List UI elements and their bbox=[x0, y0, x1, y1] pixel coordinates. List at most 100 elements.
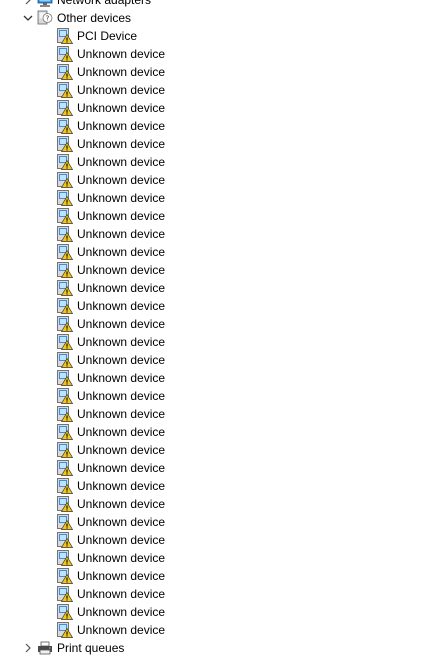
device-warning-icon bbox=[57, 82, 73, 98]
tree-node-label: Unknown device bbox=[77, 65, 166, 79]
tree-node-unknown-device[interactable]: Unknown device bbox=[0, 207, 433, 225]
tree-node-label: Unknown device bbox=[77, 137, 166, 151]
device-warning-icon bbox=[57, 532, 73, 548]
device-warning-icon bbox=[57, 604, 73, 620]
tree-node-unknown-device[interactable]: Unknown device bbox=[0, 477, 433, 495]
tree-node-pci-device[interactable]: PCI Device bbox=[0, 27, 433, 45]
device-warning-icon bbox=[57, 514, 73, 530]
tree-node-label: Unknown device bbox=[77, 155, 166, 169]
device-warning-icon bbox=[57, 172, 73, 188]
tree-node-label: Unknown device bbox=[77, 47, 166, 61]
tree-node-unknown-device[interactable]: Unknown device bbox=[0, 243, 433, 261]
tree-node-label: Unknown device bbox=[77, 461, 166, 475]
tree-node-label: Unknown device bbox=[77, 227, 166, 241]
tree-node-unknown-device[interactable]: Unknown device bbox=[0, 423, 433, 441]
device-warning-icon bbox=[57, 100, 73, 116]
device-warning-icon bbox=[57, 406, 73, 422]
tree-node-label: Unknown device bbox=[77, 371, 166, 385]
tree-node-unknown-device[interactable]: Unknown device bbox=[0, 99, 433, 117]
tree-node-label: Unknown device bbox=[77, 497, 166, 511]
device-warning-icon bbox=[57, 424, 73, 440]
device-warning-icon bbox=[57, 496, 73, 512]
tree-node-unknown-device[interactable]: Unknown device bbox=[0, 171, 433, 189]
tree-node-label: Unknown device bbox=[77, 587, 166, 601]
tree-node-label: Unknown device bbox=[77, 299, 166, 313]
device-warning-icon bbox=[57, 334, 73, 350]
chevron-right-icon[interactable] bbox=[20, 0, 36, 9]
tree-node-label: Unknown device bbox=[77, 281, 166, 295]
tree-node-label: Unknown device bbox=[77, 209, 166, 223]
tree-node-unknown-device[interactable]: Unknown device bbox=[0, 225, 433, 243]
tree-node-unknown-device[interactable]: Unknown device bbox=[0, 351, 433, 369]
tree-node-unknown-device[interactable]: Unknown device bbox=[0, 279, 433, 297]
device-warning-icon bbox=[57, 262, 73, 278]
device-warning-icon bbox=[57, 154, 73, 170]
tree-node-label: PCI Device bbox=[77, 29, 138, 43]
device-warning-icon bbox=[57, 226, 73, 242]
device-warning-icon bbox=[57, 622, 73, 638]
tree-node-unknown-device[interactable]: Unknown device bbox=[0, 81, 433, 99]
tree-node-network-adapters[interactable]: Network adapters bbox=[0, 0, 433, 9]
tree-node-unknown-device[interactable]: Unknown device bbox=[0, 315, 433, 333]
chevron-down-icon[interactable] bbox=[20, 9, 36, 27]
tree-node-unknown-device[interactable]: Unknown device bbox=[0, 513, 433, 531]
tree-node-label: Other devices bbox=[57, 11, 132, 25]
device-warning-icon bbox=[57, 190, 73, 206]
tree-node-unknown-device[interactable]: Unknown device bbox=[0, 333, 433, 351]
device-warning-icon bbox=[57, 550, 73, 566]
tree-node-unknown-device[interactable]: Unknown device bbox=[0, 387, 433, 405]
tree-node-label: Unknown device bbox=[77, 533, 166, 547]
chevron-right-icon[interactable] bbox=[20, 639, 36, 657]
tree-node-label: Unknown device bbox=[77, 407, 166, 421]
device-warning-icon bbox=[57, 460, 73, 476]
tree-node-unknown-device[interactable]: Unknown device bbox=[0, 189, 433, 207]
tree-node-unknown-device[interactable]: Unknown device bbox=[0, 135, 433, 153]
tree-node-unknown-device[interactable]: Unknown device bbox=[0, 297, 433, 315]
tree-node-unknown-device[interactable]: Unknown device bbox=[0, 621, 433, 639]
tree-node-unknown-device[interactable]: Unknown device bbox=[0, 459, 433, 477]
device-warning-icon bbox=[57, 244, 73, 260]
tree-node-unknown-device[interactable]: Unknown device bbox=[0, 531, 433, 549]
device-warning-icon bbox=[57, 388, 73, 404]
device-warning-icon bbox=[57, 28, 73, 44]
tree-node-unknown-device[interactable]: Unknown device bbox=[0, 261, 433, 279]
device-warning-icon bbox=[57, 352, 73, 368]
tree-node-unknown-device[interactable]: Unknown device bbox=[0, 441, 433, 459]
tree-node-label: Unknown device bbox=[77, 353, 166, 367]
tree-node-label: Unknown device bbox=[77, 83, 166, 97]
tree-node-unknown-device[interactable]: Unknown device bbox=[0, 45, 433, 63]
tree-node-unknown-device[interactable]: Unknown device bbox=[0, 603, 433, 621]
tree-node-unknown-device[interactable]: Unknown device bbox=[0, 585, 433, 603]
device-warning-icon bbox=[57, 442, 73, 458]
tree-node-label: Print queues bbox=[57, 641, 125, 655]
tree-node-unknown-device[interactable]: Unknown device bbox=[0, 405, 433, 423]
tree-node-unknown-device[interactable]: Unknown device bbox=[0, 495, 433, 513]
other-devices-children: PCI Device Unknown device Unknown device Un… bbox=[0, 27, 433, 639]
device-warning-icon bbox=[57, 586, 73, 602]
tree-node-other-devices[interactable]: ? Other devices bbox=[0, 9, 433, 27]
svg-text:?: ? bbox=[46, 15, 50, 23]
tree-node-label: Unknown device bbox=[77, 101, 166, 115]
device-warning-icon bbox=[57, 568, 73, 584]
tree-node-label: Unknown device bbox=[77, 605, 166, 619]
device-warning-icon bbox=[57, 208, 73, 224]
device-warning-icon bbox=[57, 136, 73, 152]
tree-node-label: Unknown device bbox=[77, 425, 166, 439]
tree-node-unknown-device[interactable]: Unknown device bbox=[0, 369, 433, 387]
tree-node-label: Unknown device bbox=[77, 479, 166, 493]
tree-node-unknown-device[interactable]: Unknown device bbox=[0, 117, 433, 135]
tree-node-unknown-device[interactable]: Unknown device bbox=[0, 567, 433, 585]
device-warning-icon bbox=[57, 280, 73, 296]
device-warning-icon bbox=[57, 118, 73, 134]
device-warning-icon bbox=[57, 64, 73, 80]
tree-node-unknown-device[interactable]: Unknown device bbox=[0, 63, 433, 81]
device-warning-icon bbox=[57, 298, 73, 314]
tree-node-label: Unknown device bbox=[77, 569, 166, 583]
tree-node-label: Unknown device bbox=[77, 191, 166, 205]
tree-node-print-queues[interactable]: Print queues bbox=[0, 639, 433, 657]
tree-node-label: Unknown device bbox=[77, 623, 166, 637]
tree-node-label: Unknown device bbox=[77, 443, 166, 457]
tree-node-unknown-device[interactable]: Unknown device bbox=[0, 549, 433, 567]
tree-node-unknown-device[interactable]: Unknown device bbox=[0, 153, 433, 171]
device-warning-icon bbox=[57, 370, 73, 386]
